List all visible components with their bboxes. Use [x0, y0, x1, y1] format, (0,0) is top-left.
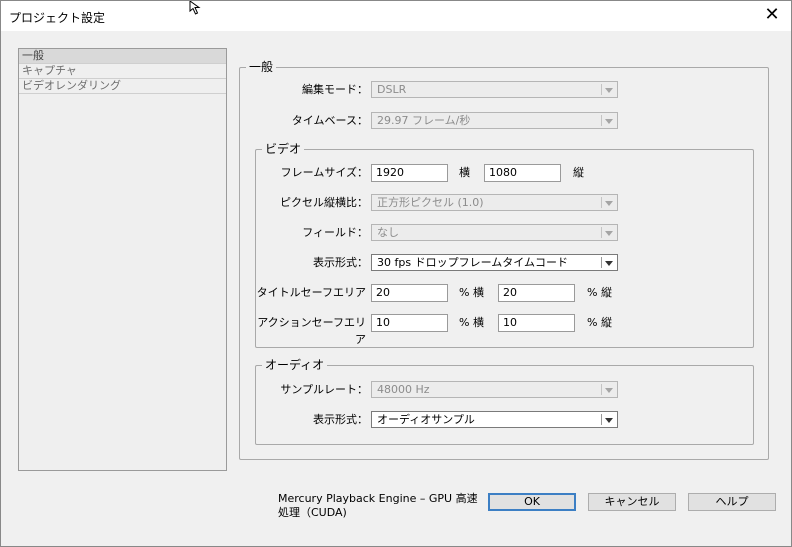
mouse-pointer-icon [189, 1, 201, 15]
sample-rate-dropdown[interactable]: 48000 Hz [371, 381, 618, 398]
timebase-value: 29.97 フレーム/秒 [377, 114, 471, 127]
chevron-down-icon [605, 119, 613, 124]
dropdown-separator [601, 84, 602, 95]
action-safe-h-input[interactable]: 10 [371, 314, 448, 332]
timebase-dropdown[interactable]: 29.97 フレーム/秒 [371, 112, 618, 129]
edit-mode-value: DSLR [377, 83, 407, 96]
close-icon[interactable]: ✕ [761, 4, 783, 26]
audio-display-format-dropdown[interactable]: オーディオサンプル [371, 411, 618, 428]
sample-rate-value: 48000 Hz [377, 383, 430, 396]
sidebar-item-capture[interactable]: キャプチャ [19, 64, 226, 79]
fields-value: なし [377, 226, 399, 239]
dropdown-separator [601, 115, 602, 126]
audio-display-format-value: オーディオサンプル [377, 413, 475, 426]
dropdown-separator [601, 384, 602, 395]
fields-label: フィールド： [302, 226, 368, 239]
title-bar: プロジェクト設定 ✕ [1, 1, 791, 31]
renderer-info-line1: Mercury Playback Engine – GPU 高速 [278, 492, 478, 505]
edit-mode-label: 編集モード： [302, 83, 368, 96]
action-safe-h-unit: % 横 [459, 316, 484, 329]
video-display-format-value: 30 fps ドロップフレームタイムコード [377, 256, 569, 269]
chevron-down-icon [605, 418, 613, 423]
action-safe-v-unit: % 縦 [587, 316, 612, 329]
renderer-info: Mercury Playback Engine – GPU 高速 処理（CUDA… [278, 492, 478, 520]
sidebar-item-general[interactable]: 一般 [19, 49, 226, 64]
frame-height-unit: 縦 [573, 166, 584, 179]
title-safe-v-unit: % 縦 [587, 286, 612, 299]
audio-group: オーディオ [255, 358, 754, 445]
help-button[interactable]: ヘルプ [688, 493, 776, 511]
title-safe-h-unit: % 横 [459, 286, 484, 299]
project-settings-dialog: プロジェクト設定 ✕ 一般 キャプチャ ビデオレンダリング 一般 編集モード： … [0, 0, 792, 547]
video-legend: ビデオ [262, 142, 305, 156]
frame-width-input[interactable]: 1920 [371, 164, 448, 182]
title-safe-h-input[interactable]: 20 [371, 284, 448, 302]
video-display-format-dropdown[interactable]: 30 fps ドロップフレームタイムコード [371, 254, 618, 271]
pixel-aspect-label: ピクセル縦横比： [280, 196, 368, 209]
sample-rate-label: サンプルレート： [280, 383, 368, 396]
frame-height-input[interactable]: 1080 [484, 164, 561, 182]
chevron-down-icon [605, 388, 613, 393]
chevron-down-icon [605, 261, 613, 266]
cancel-button[interactable]: キャンセル [588, 493, 676, 511]
timebase-label: タイムベース： [291, 114, 368, 127]
pixel-aspect-dropdown[interactable]: 正方形ピクセル (1.0) [371, 194, 618, 211]
dropdown-separator [601, 257, 602, 268]
fields-dropdown[interactable]: なし [371, 224, 618, 241]
dropdown-separator [601, 197, 602, 208]
audio-display-format-label: 表示形式： [313, 413, 368, 426]
dropdown-separator [601, 414, 602, 425]
renderer-info-line2: 処理（CUDA) [278, 506, 347, 519]
chevron-down-icon [605, 88, 613, 93]
title-safe-label: タイトルセーフエリア [256, 286, 366, 299]
title-safe-v-input[interactable]: 20 [498, 284, 575, 302]
dropdown-separator [601, 227, 602, 238]
pixel-aspect-value: 正方形ピクセル (1.0) [377, 196, 484, 209]
ok-button[interactable]: OK [488, 493, 576, 511]
chevron-down-icon [605, 201, 613, 206]
frame-width-unit: 横 [459, 166, 470, 179]
window-title: プロジェクト設定 [9, 11, 106, 25]
video-display-format-label: 表示形式： [313, 256, 368, 269]
action-safe-v-input[interactable]: 10 [498, 314, 575, 332]
edit-mode-dropdown[interactable]: DSLR [371, 81, 618, 98]
chevron-down-icon [605, 231, 613, 236]
settings-category-list: 一般 キャプチャ ビデオレンダリング [18, 48, 227, 471]
audio-legend: オーディオ [262, 358, 328, 372]
sidebar-item-video-rendering[interactable]: ビデオレンダリング [19, 79, 226, 94]
action-safe-label: アクションセーフエリア [257, 316, 366, 346]
frame-size-label: フレームサイズ： [280, 166, 368, 179]
general-legend: 一般 [246, 60, 277, 74]
